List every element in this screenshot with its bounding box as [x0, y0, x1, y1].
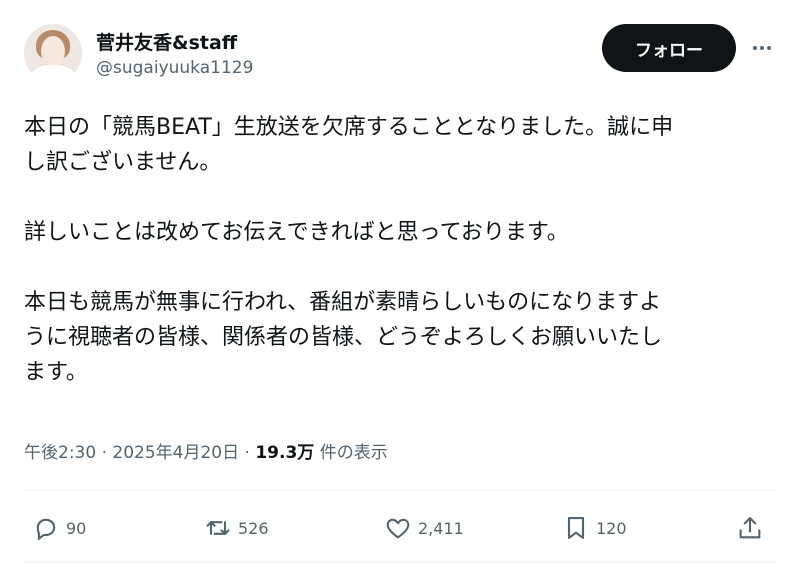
divider	[24, 490, 775, 491]
tweet-line: ます。	[24, 360, 88, 385]
view-label: 件の表示	[314, 443, 388, 463]
bookmark-button[interactable]: 120	[562, 508, 627, 548]
share-button[interactable]	[736, 508, 764, 548]
tweet-text: 本日の「競馬BEAT」生放送を欠席することとなりました。誠に申 し訳ございません…	[24, 110, 779, 390]
more-dot	[767, 46, 771, 50]
tweet-date[interactable]: 2025年4月20日	[112, 443, 239, 463]
like-count: 2,411	[418, 518, 464, 538]
more-dot	[760, 46, 764, 50]
tweet-line: 本日の「競馬BEAT」生放送を欠席することとなりました。誠に申	[24, 115, 674, 140]
tweet-line: うに視聴者の皆様、関係者の皆様、どうぞよろしくお願いいたし	[24, 325, 663, 350]
tweet-header: 菅井友香&staff @sugaiyuuka1129 フォロー	[24, 24, 775, 84]
avatar-body-shape	[30, 64, 76, 82]
follow-button[interactable]: フォロー	[602, 24, 736, 72]
meta-separator: ·	[96, 443, 113, 463]
tweet-line: 本日も競馬が無事に行われ、番組が素晴らしいものになりますよ	[24, 290, 662, 315]
bookmark-count: 120	[596, 518, 627, 538]
retweet-button[interactable]: 526	[204, 508, 269, 548]
retweet-icon	[206, 521, 230, 535]
more-dot	[753, 46, 757, 50]
tweet-time[interactable]: 午後2:30	[24, 443, 96, 463]
action-bar: 90 526 2,411 120	[24, 508, 775, 548]
bookmark-icon	[567, 517, 585, 539]
meta-separator: ·	[239, 443, 256, 463]
heart-icon	[386, 518, 410, 539]
display-name[interactable]: 菅井友香&staff	[96, 28, 237, 55]
retweet-count: 526	[238, 518, 269, 538]
more-icon[interactable]	[748, 34, 776, 62]
avatar[interactable]	[24, 24, 82, 82]
user-handle[interactable]: @sugaiyuuka1129	[96, 58, 253, 78]
tweet-line: し訳ございません。	[24, 150, 222, 175]
reply-icon	[36, 518, 56, 541]
reply-count: 90	[66, 518, 87, 538]
reply-button[interactable]: 90	[32, 508, 86, 548]
view-count[interactable]: 19.3万	[255, 443, 314, 463]
avatar-face-shape	[41, 36, 65, 66]
like-button[interactable]: 2,411	[384, 508, 464, 548]
share-icon	[739, 517, 761, 539]
tweet-line: 詳しいことは改めてお伝えできればと思っております。	[24, 220, 569, 245]
divider	[24, 561, 775, 562]
tweet-meta: 午後2:30 · 2025年4月20日 · 19.3万 件の表示	[24, 438, 388, 463]
